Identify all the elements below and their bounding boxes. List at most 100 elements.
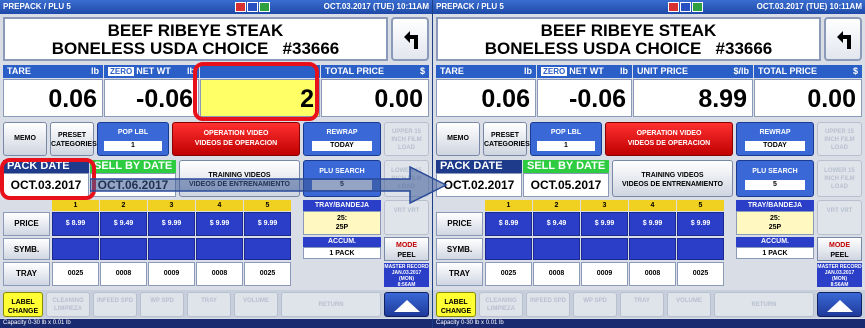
upper-film-load-button[interactable]: UPPER 15 INCH FILM LOAD [817,122,862,156]
tray-bandeja-value[interactable]: 25: 25P [736,211,814,235]
preset-symbol[interactable] [581,238,628,260]
return-button[interactable]: RETURN [714,292,814,317]
preset-price[interactable]: $ 9.99 [148,212,195,236]
window-titlebar: PREPACK / PLU 5 OCT.03.2017 (TUE) 10:11A… [433,0,865,14]
preset-symbol[interactable] [485,238,532,260]
tare-value[interactable]: 0.06 [436,79,536,117]
infeed-spd-button[interactable]: INFEED SPD [93,292,137,317]
master-record: MASTER RECORD JAN.03.2017 (MON) 8:56AM [384,263,429,288]
label-change-button[interactable]: LABEL CHANGE [436,292,476,317]
network-icon[interactable] [692,2,703,12]
preset-categories-button[interactable]: PRESET CATEGORIES [50,122,97,156]
preset-price[interactable]: $ 9.49 [533,212,580,236]
tare-header: TARE lb [3,65,103,78]
alert-icon[interactable] [668,2,679,12]
mode-button[interactable]: MODE PEEL [817,237,862,261]
preset-tray[interactable]: 0025 [244,262,291,286]
window-title: PREPACK / PLU 5 [3,2,71,11]
volume-button[interactable]: VOLUME [234,292,278,317]
pop-lbl-button[interactable]: POP LBL 1 [97,122,169,156]
titlebar-icons [235,2,270,12]
return-button[interactable]: RETURN [281,292,381,317]
memo-button[interactable]: MEMO [436,122,480,156]
preset-price[interactable]: $ 9.99 [677,212,724,236]
infeed-spd-button[interactable]: INFEED SPD [526,292,570,317]
preset-price[interactable]: $ 9.99 [196,212,243,236]
preset-symbol[interactable] [148,238,195,260]
cleaning-button[interactable]: CLEANING LIMPIEZA [46,292,90,317]
label-change-button[interactable]: LABEL CHANGE [3,292,43,317]
column-header: 3 [581,200,628,211]
memo-button[interactable]: MEMO [3,122,47,156]
wp-spd-button[interactable]: WP SPD [573,292,617,317]
lower-film-load-button[interactable]: LOWER 15 INCH FILM LOAD [817,160,862,197]
capacity-footer: Capacity 0-30 lb x 0.01 lb [0,319,432,328]
scale-screen-after: PREPACK / PLU 5 OCT.03.2017 (TUE) 10:11A… [433,0,865,328]
preset-symbol[interactable] [533,238,580,260]
preset-price[interactable]: $ 9.49 [100,212,147,236]
preset-price[interactable]: $ 8.99 [485,212,532,236]
wp-spd-button[interactable]: WP SPD [140,292,184,317]
rewrap-button[interactable]: REWRAP TODAY [303,122,381,156]
preset-symbol[interactable] [196,238,243,260]
pop-lbl-button[interactable]: POP LBL 1 [530,122,602,156]
keyboard-icon[interactable] [680,2,691,12]
preset-price[interactable]: $ 9.99 [244,212,291,236]
return-arrow-icon [404,31,418,49]
network-icon[interactable] [259,2,270,12]
total-price-header: TOTAL PRICE $ [321,65,429,78]
master-record: MASTER RECORD JAN.03.2017 (MON) 8:56AM [817,263,862,288]
preset-symbol[interactable] [677,238,724,260]
preset-tray[interactable]: 0008 [629,262,676,286]
back-button[interactable] [824,17,862,61]
vrt-button[interactable]: VRT VRT [817,200,862,235]
operation-video-button[interactable]: OPERATION VIDEO VIDEOS DE OPERACION [605,122,733,156]
preset-symbol[interactable] [100,238,147,260]
total-price-value: 0.00 [321,79,429,117]
unit-price-header: UNIT PRICE $/lb [633,65,753,78]
price-row-label: PRICE [3,212,50,236]
total-price-header: TOTAL PRICE $ [754,65,862,78]
operation-video-button[interactable]: OPERATION VIDEO VIDEOS DE OPERACION [172,122,300,156]
tare-value[interactable]: 0.06 [3,79,103,117]
preset-symbol[interactable] [244,238,291,260]
cleaning-button[interactable]: CLEANING LIMPIEZA [479,292,523,317]
training-videos-button[interactable]: TRAINING VIDEOSVIDEOS DE ENTRENAMIENTO [612,160,733,197]
volume-button[interactable]: VOLUME [667,292,711,317]
preset-symbol[interactable] [629,238,676,260]
preset-tray[interactable]: 0025 [677,262,724,286]
highlight-pack-date [0,158,96,200]
sell-by-value[interactable]: OCT.05.2017 [523,173,609,197]
accum-label: ACCUM. [736,237,814,247]
scroll-up-button[interactable] [817,292,862,317]
unit-price-value[interactable]: 8.99 [633,79,753,117]
preset-tray[interactable]: 0009 [148,262,195,286]
vrt-button[interactable]: VRT VRT [384,200,429,235]
preset-symbol[interactable] [52,238,99,260]
tray-bandeja-value[interactable]: 25: 25P [303,211,381,235]
upper-film-load-button[interactable]: UPPER 15 INCH FILM LOAD [384,122,429,156]
rewrap-button[interactable]: REWRAP TODAY [736,122,814,156]
scroll-up-button[interactable] [384,292,429,317]
column-header: 1 [485,200,532,211]
preset-tray[interactable]: 0025 [485,262,532,286]
alert-icon[interactable] [235,2,246,12]
preset-price[interactable]: $ 8.99 [52,212,99,236]
preset-categories-button[interactable]: PRESET CATEGORIES [483,122,530,156]
preset-price[interactable]: $ 9.99 [629,212,676,236]
preset-price[interactable]: $ 9.99 [581,212,628,236]
preset-tray[interactable]: 0025 [52,262,99,286]
tray-button[interactable]: TRAY [620,292,664,317]
net-wt-value: -0.06 [537,79,632,117]
preset-tray[interactable]: 0008 [100,262,147,286]
accum-value: 1 PACK [736,247,814,259]
tray-button[interactable]: TRAY [187,292,231,317]
preset-tray[interactable]: 0008 [196,262,243,286]
keyboard-icon[interactable] [247,2,258,12]
plu-search-button[interactable]: PLU SEARCH5 [736,160,814,197]
preset-tray[interactable]: 0009 [581,262,628,286]
mode-button[interactable]: MODE PEEL [384,237,429,261]
preset-tray[interactable]: 0008 [533,262,580,286]
back-button[interactable] [391,17,429,61]
product-name-line1: BEEF RIBEYE STEAK [540,21,717,40]
